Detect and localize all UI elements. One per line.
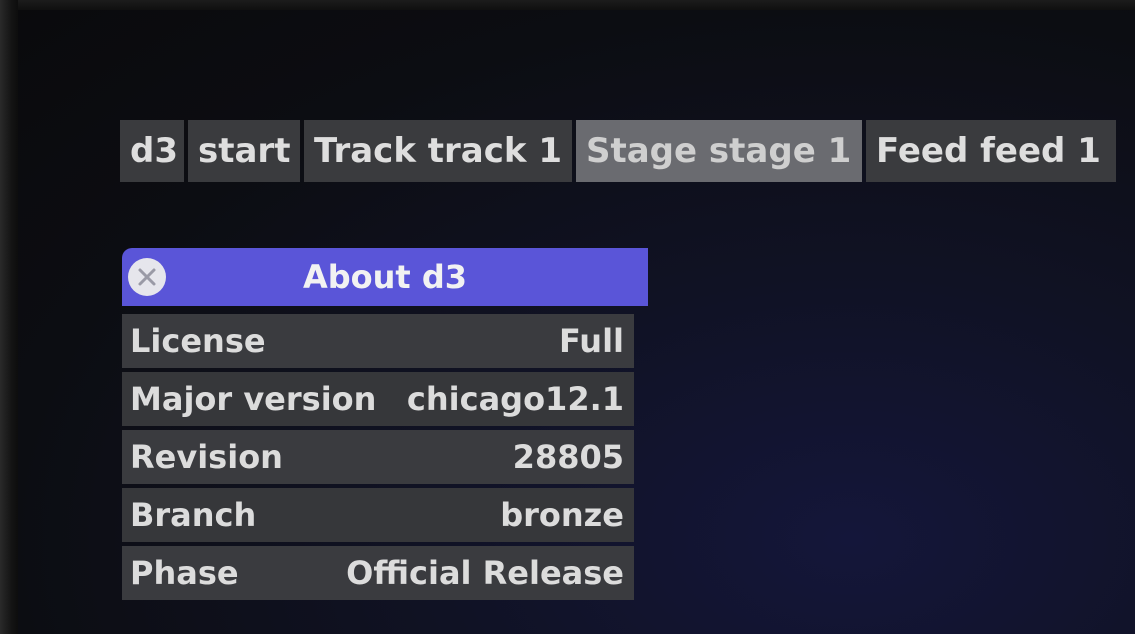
phase-label: Phase (130, 554, 239, 592)
phase-value: Official Release (346, 554, 624, 592)
about-dialog: About d3 License Full Major version chic… (122, 248, 648, 604)
tab-stage-1[interactable]: Stage stage 1 (576, 120, 862, 182)
revision-value: 28805 (512, 438, 624, 476)
close-button[interactable] (128, 258, 166, 296)
dialog-title: About d3 (302, 258, 468, 296)
major-version-label: Major version (130, 380, 377, 418)
branch-label: Branch (130, 496, 257, 534)
monitor-bezel-left (0, 0, 18, 634)
phase-row: Phase Official Release (122, 546, 634, 600)
tab-d3[interactable]: d3 (120, 120, 184, 182)
dialog-title-bar[interactable]: About d3 (122, 248, 648, 306)
revision-row: Revision 28805 (122, 430, 634, 484)
close-icon (138, 268, 156, 286)
monitor-bezel-top (0, 0, 1135, 10)
license-label: License (130, 322, 266, 360)
license-row: License Full (122, 314, 634, 368)
license-value: Full (559, 322, 624, 360)
tab-track-1[interactable]: Track track 1 (304, 120, 572, 182)
major-version-row: Major version chicago12.1 (122, 372, 634, 426)
branch-row: Branch bronze (122, 488, 634, 542)
major-version-value: chicago12.1 (406, 380, 624, 418)
revision-label: Revision (130, 438, 283, 476)
branch-value: bronze (500, 496, 624, 534)
about-info-list: License Full Major version chicago12.1 R… (122, 314, 634, 600)
tab-bar: d3 start Track track 1 Stage stage 1 Fee… (120, 120, 1116, 182)
tab-start[interactable]: start (188, 120, 300, 182)
tab-feed-1[interactable]: Feed feed 1 (866, 120, 1116, 182)
